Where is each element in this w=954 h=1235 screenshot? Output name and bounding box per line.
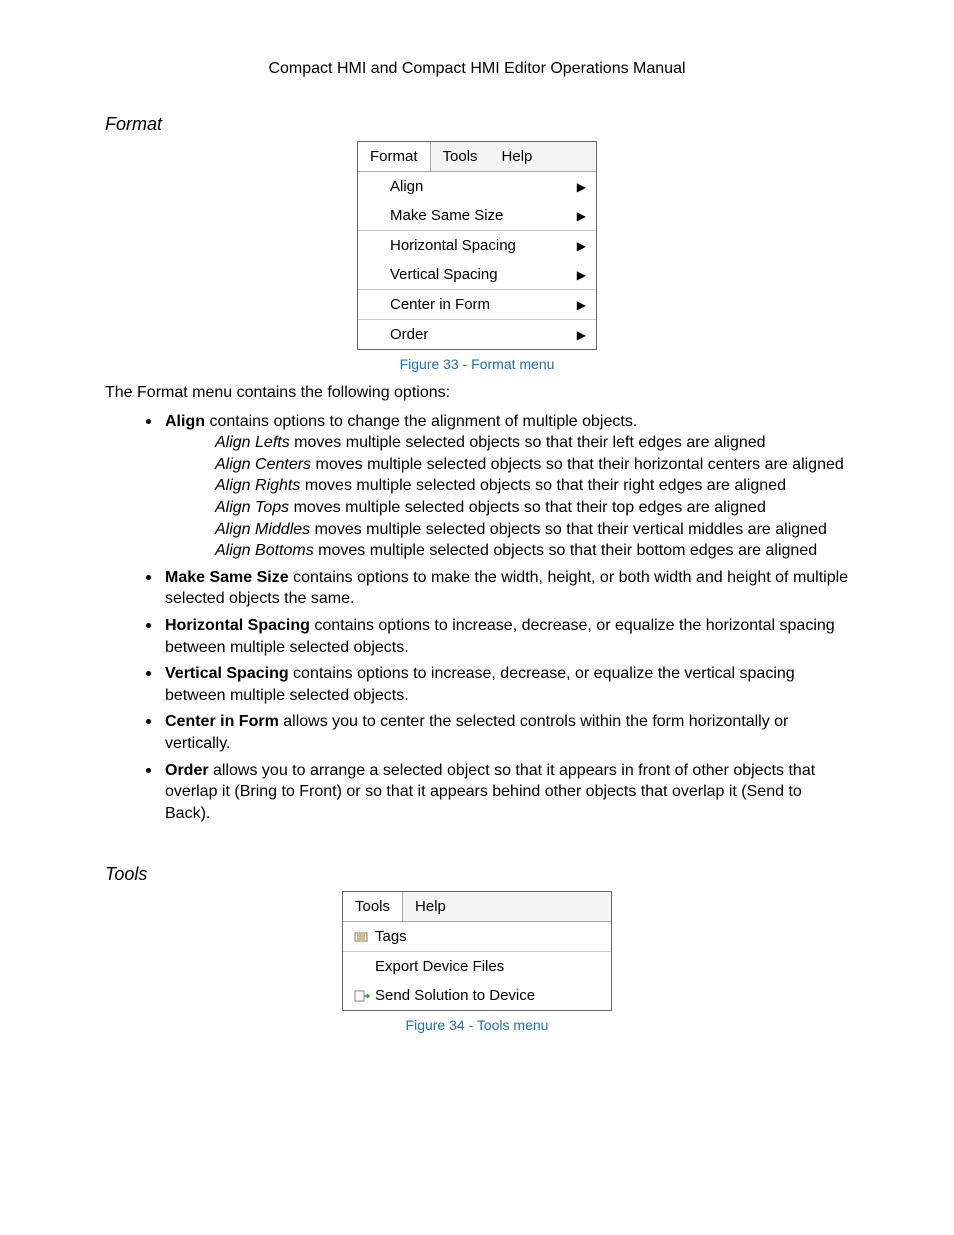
menubar-tools[interactable]: Tools: [431, 142, 490, 171]
tools-menu: Tools Help Tags Export Device Files: [342, 891, 612, 1011]
tags-icon: [349, 931, 375, 943]
menu-item-vertical-spacing[interactable]: Vertical Spacing ▶: [358, 260, 596, 289]
menu-item-send-solution-to-device[interactable]: Send Solution to Device: [343, 981, 611, 1010]
sub-rest: moves multiple selected objects so that …: [289, 499, 766, 516]
menu-item-label: Tags: [375, 928, 603, 945]
menu-item-label: Send Solution to Device: [375, 987, 603, 1004]
bullet-label: Vertical Spacing: [165, 665, 289, 682]
bullet-label: Order: [165, 762, 209, 779]
sub-em: Align Middles: [215, 521, 310, 538]
tools-section-title: Tools: [105, 864, 849, 885]
menu-item-label: Vertical Spacing: [390, 266, 577, 283]
menu-item-tags[interactable]: Tags: [343, 922, 611, 951]
sub-em: Align Lefts: [215, 434, 290, 451]
bullet-label: Horizontal Spacing: [165, 617, 310, 634]
menu-item-label: Align: [390, 178, 577, 195]
submenu-arrow-icon: ▶: [577, 298, 588, 312]
menubar-help[interactable]: Help: [403, 892, 458, 921]
menu-item-label: Center in Form: [390, 296, 577, 313]
send-icon: [349, 990, 375, 1002]
format-menu-figure: Format Tools Help Align ▶ Make Same Size…: [105, 141, 849, 372]
bullet-desc: allows you to arrange a selected object …: [165, 762, 815, 822]
sub-rest: moves multiple selected objects so that …: [300, 477, 786, 494]
format-intro: The Format menu contains the following o…: [105, 382, 849, 404]
submenu-arrow-icon: ▶: [577, 239, 588, 253]
format-section-title: Format: [105, 114, 849, 135]
submenu-arrow-icon: ▶: [577, 180, 588, 194]
tools-menubar: Tools Help: [343, 892, 611, 922]
bullet-label: Align: [165, 413, 205, 430]
format-menu: Format Tools Help Align ▶ Make Same Size…: [357, 141, 597, 350]
list-item: Make Same Size contains options to make …: [163, 564, 849, 610]
format-menubar: Format Tools Help: [358, 142, 596, 172]
list-item: Horizontal Spacing contains options to i…: [163, 612, 849, 658]
list-item: Center in Form allows you to center the …: [163, 708, 849, 754]
submenu-arrow-icon: ▶: [577, 328, 588, 342]
menu-item-make-same-size[interactable]: Make Same Size ▶: [358, 201, 596, 230]
bullet-desc: contains options to change the alignment…: [205, 413, 637, 430]
sub-rest: moves multiple selected objects so that …: [290, 434, 766, 451]
sub-em: Align Rights: [215, 477, 300, 494]
menu-item-export-device-files[interactable]: Export Device Files: [343, 952, 611, 981]
page-header: Compact HMI and Compact HMI Editor Opera…: [105, 60, 849, 78]
format-figure-caption: Figure 33 - Format menu: [105, 356, 849, 372]
list-item: Order allows you to arrange a selected o…: [163, 757, 849, 825]
list-item: Vertical Spacing contains options to inc…: [163, 660, 849, 706]
bullet-label: Center in Form: [165, 713, 279, 730]
submenu-arrow-icon: ▶: [577, 268, 588, 282]
sub-em: Align Centers: [215, 456, 311, 473]
menu-item-label: Make Same Size: [390, 207, 577, 224]
menubar-format[interactable]: Format: [358, 142, 431, 171]
menu-item-label: Order: [390, 326, 577, 343]
menubar-help[interactable]: Help: [490, 142, 545, 171]
tools-figure-caption: Figure 34 - Tools menu: [105, 1017, 849, 1033]
sub-rest: moves multiple selected objects so that …: [311, 456, 844, 473]
sub-em: Align Tops: [215, 499, 289, 516]
sub-em: Align Bottoms: [215, 542, 314, 559]
bullet-label: Make Same Size: [165, 569, 289, 586]
menu-item-label: Export Device Files: [375, 958, 603, 975]
sub-rest: moves multiple selected objects so that …: [314, 542, 817, 559]
tools-menu-figure: Tools Help Tags Export Device Files: [105, 891, 849, 1033]
menu-item-center-in-form[interactable]: Center in Form ▶: [358, 290, 596, 319]
menu-item-align[interactable]: Align ▶: [358, 172, 596, 201]
menu-item-order[interactable]: Order ▶: [358, 320, 596, 349]
menubar-tools[interactable]: Tools: [343, 892, 403, 921]
menu-item-label: Horizontal Spacing: [390, 237, 577, 254]
list-item: Align contains options to change the ali…: [163, 408, 849, 562]
format-body-text: The Format menu contains the following o…: [105, 382, 849, 824]
sub-rest: moves multiple selected objects so that …: [310, 521, 827, 538]
menu-item-horizontal-spacing[interactable]: Horizontal Spacing ▶: [358, 231, 596, 260]
submenu-arrow-icon: ▶: [577, 209, 588, 223]
